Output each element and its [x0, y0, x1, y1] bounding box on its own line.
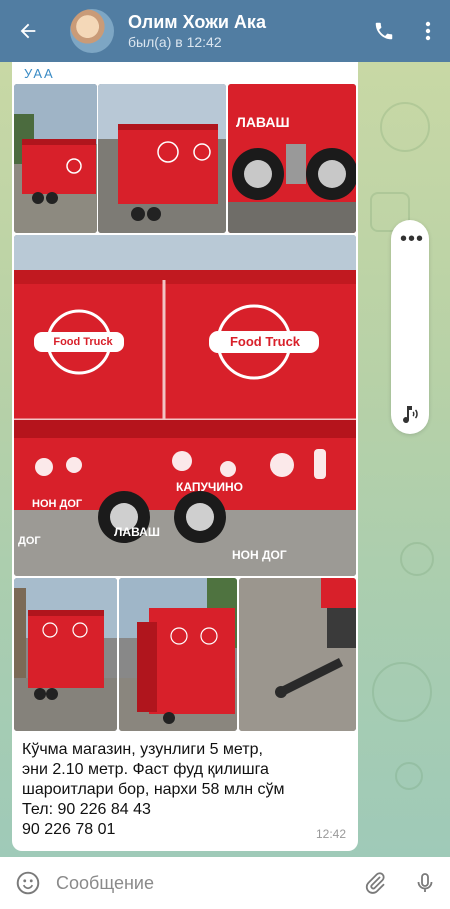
- menu-button[interactable]: [406, 0, 450, 62]
- chat-area[interactable]: УАА ЛАВАШ Food Truck Food Truck КАПУЧИНО…: [0, 62, 450, 857]
- call-button[interactable]: [362, 0, 406, 62]
- truck-text-lavash2: ЛАВАШ: [114, 525, 160, 539]
- microphone-icon: [417, 873, 433, 892]
- back-button[interactable]: [0, 0, 56, 62]
- avatar[interactable]: [70, 9, 114, 53]
- chat-title-area[interactable]: Олим Хожи Ака был(а) в 12:42: [128, 11, 362, 51]
- message-input[interactable]: [56, 857, 350, 909]
- truck-text-kapuchino: КАПУЧИНО: [176, 480, 243, 494]
- more-horizontal-icon[interactable]: •••: [400, 229, 424, 249]
- emoji-icon: [16, 871, 40, 895]
- message-time: 12:42: [315, 827, 346, 841]
- photo-3[interactable]: ЛАВАШ: [228, 84, 356, 233]
- floating-side-panel[interactable]: •••: [391, 220, 429, 434]
- caption-line: Кўчма магазин, узунлиги 5 метр,: [22, 741, 263, 758]
- message-caption: Кўчма магазин, узунлиги 5 метр, эни 2.10…: [22, 740, 352, 840]
- more-vertical-icon: [425, 21, 431, 41]
- photo-5[interactable]: [119, 578, 237, 731]
- truck-text-hotdog: НОН ДОГ: [232, 548, 287, 562]
- truck-text-lavash: ЛАВАШ: [236, 114, 290, 130]
- phone-icon: [375, 22, 393, 40]
- photo-4[interactable]: [14, 578, 117, 731]
- message-bubble[interactable]: УАА ЛАВАШ Food Truck Food Truck КАПУЧИНО…: [12, 62, 358, 851]
- photo-1[interactable]: [14, 84, 97, 233]
- music-icon[interactable]: [398, 402, 422, 426]
- paperclip-icon: [365, 872, 385, 894]
- truck-brand-right: Food Truck: [229, 334, 301, 349]
- truck-text-dog: ДОГ: [18, 535, 41, 547]
- caption-line: эни 2.10 метр. Фаст фуд қилишга: [22, 761, 269, 778]
- emoji-button[interactable]: [0, 857, 56, 909]
- truck-brand-left: Food Truck: [53, 336, 113, 348]
- arrow-left-icon: [20, 23, 36, 39]
- chat-header: Олим Хожи Ака был(а) в 12:42: [0, 0, 450, 62]
- truck-text-hotdog-left: НОН ДОГ: [32, 498, 83, 510]
- chat-title: Олим Хожи Ака: [128, 12, 266, 32]
- photo-2[interactable]: [98, 84, 226, 233]
- last-seen-status: был(а) в 12:42: [128, 34, 222, 50]
- photo-6[interactable]: [239, 578, 356, 731]
- voice-record-button[interactable]: [400, 857, 450, 909]
- attach-button[interactable]: [350, 857, 400, 909]
- photo-main[interactable]: Food Truck Food Truck КАПУЧИНО НОН ДОГ Д…: [14, 235, 356, 576]
- caption-line: Тел: 90 226 84 43: [22, 801, 151, 818]
- sender-name: УАА: [24, 66, 55, 81]
- caption-line: 90 226 78 01: [22, 821, 116, 838]
- caption-line: шароитлари бор, нархи 58 млн сўм: [22, 781, 285, 798]
- message-input-bar: [0, 857, 450, 909]
